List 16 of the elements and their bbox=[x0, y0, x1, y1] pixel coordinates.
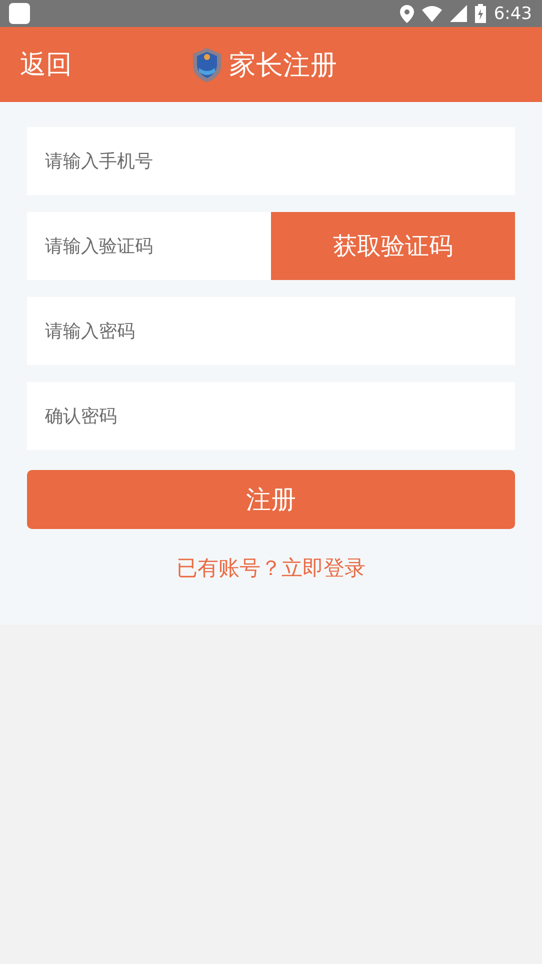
get-code-button[interactable]: 获取验证码 bbox=[271, 212, 515, 280]
back-button[interactable]: 返回 bbox=[0, 47, 72, 82]
signal-icon bbox=[450, 5, 467, 22]
wifi-icon bbox=[422, 6, 442, 22]
register-button[interactable]: 注册 bbox=[27, 470, 515, 529]
input-field[interactable]: 请输入手机号 bbox=[27, 127, 515, 195]
status-time: 6:43 bbox=[494, 4, 532, 24]
battery-icon bbox=[474, 4, 486, 23]
input-field[interactable]: 确认密码 bbox=[27, 382, 515, 450]
shield-logo-icon bbox=[193, 48, 221, 82]
input-field[interactable]: 请输入密码 bbox=[27, 297, 515, 365]
location-icon bbox=[400, 4, 414, 22]
app-notification-icon bbox=[9, 3, 30, 24]
login-link[interactable]: 已有账号？立即登录 bbox=[176, 554, 366, 582]
input-field[interactable]: 请输入验证码 bbox=[27, 212, 271, 280]
page-title: 家长注册 bbox=[229, 48, 337, 82]
